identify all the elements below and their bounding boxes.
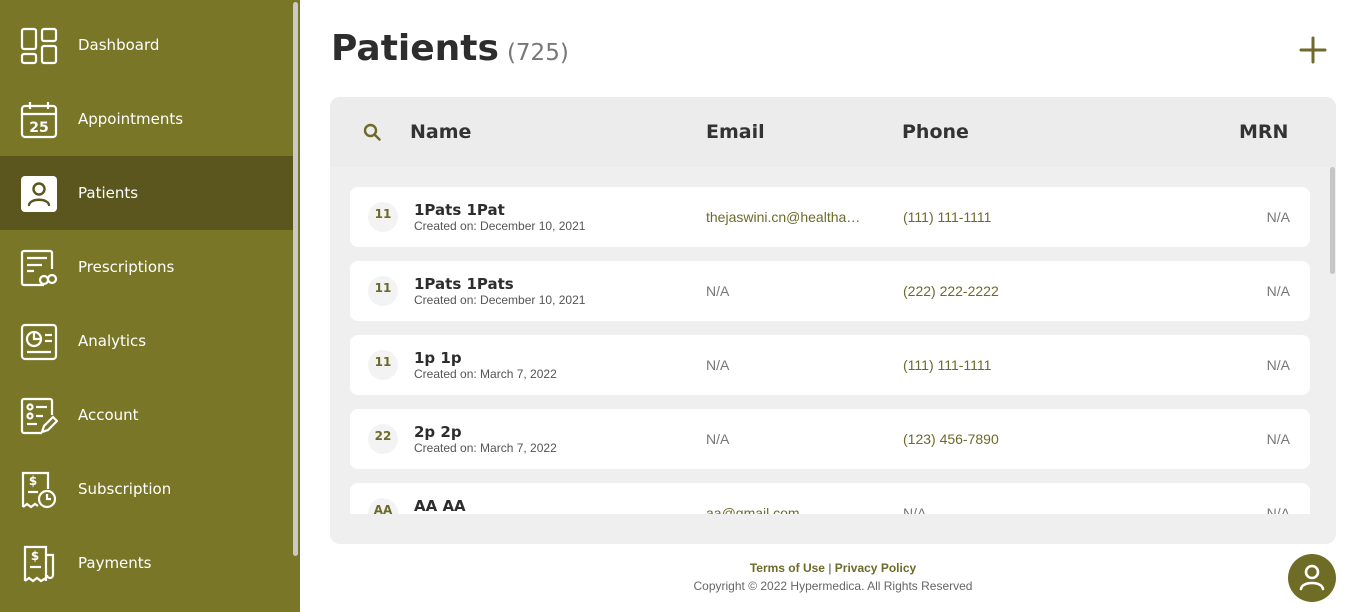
patient-phone: N/A: [903, 505, 927, 514]
column-header-mrn[interactable]: MRN: [1239, 121, 1288, 143]
account-icon: [20, 397, 58, 435]
profile-button[interactable]: [1288, 554, 1336, 602]
patient-email: thejaswini.cn@healthassure.in: [706, 209, 866, 225]
sidebar-item-subscription[interactable]: $ Subscription: [0, 452, 293, 526]
sidebar-item-label: Patients: [78, 184, 139, 202]
patient-phone: (222) 222-2222: [903, 283, 999, 299]
svg-text:$: $: [31, 549, 39, 563]
dashboard-icon: [20, 27, 58, 65]
sidebar-item-payments[interactable]: $ Payments: [0, 526, 293, 600]
sidebar-item-label: Appointments: [78, 110, 184, 128]
footer-links: Terms of Use | Privacy Policy: [330, 561, 1336, 575]
table-row[interactable]: 11 1Pats 1Pats Created on: December 10, …: [350, 261, 1310, 321]
patient-mrn: N/A: [1266, 283, 1290, 299]
patient-email: N/A: [706, 283, 730, 299]
patient-email: N/A: [706, 431, 730, 447]
sidebar: Dashboard 25 Appointments Patients Presc…: [0, 0, 300, 612]
patient-mrn: N/A: [1266, 431, 1290, 447]
avatar: 22: [368, 424, 398, 454]
patient-mrn: N/A: [1266, 209, 1290, 225]
column-header-name[interactable]: Name: [410, 121, 471, 143]
sidebar-item-label: Payments: [78, 554, 152, 572]
analytics-icon: [20, 323, 58, 361]
sidebar-item-patients[interactable]: Patients: [0, 156, 293, 230]
patient-name: 1p 1p: [414, 349, 462, 367]
patient-email: aa@gmail.com: [706, 505, 800, 514]
table-row[interactable]: 11 1Pats 1Pat Created on: December 10, 2…: [350, 187, 1310, 247]
patient-icon: [20, 175, 58, 213]
patient-mrn: N/A: [1266, 505, 1290, 514]
column-header-phone[interactable]: Phone: [902, 121, 969, 143]
subscription-icon: $: [20, 471, 58, 509]
patient-name: 1Pats 1Pats: [414, 275, 514, 293]
patient-created-date: Created on: March 7, 2022: [414, 367, 557, 381]
avatar: 11: [368, 276, 398, 306]
avatar: AA: [368, 498, 398, 514]
user-icon: [1299, 564, 1325, 591]
calendar-icon: 25: [20, 101, 58, 139]
avatar: 11: [368, 350, 398, 380]
table-row[interactable]: 11 1p 1p Created on: March 7, 2022 N/A (…: [350, 335, 1310, 395]
patient-phone: (111) 111-1111: [903, 209, 992, 225]
patient-name: 1Pats 1Pat: [414, 201, 505, 219]
add-patient-button[interactable]: [1298, 35, 1328, 65]
sidebar-item-appointments[interactable]: 25 Appointments: [0, 82, 293, 156]
sidebar-item-label: Dashboard: [78, 36, 160, 54]
sidebar-item-label: Subscription: [78, 480, 172, 498]
patient-name: 2p 2p: [414, 423, 462, 441]
footer-separator: |: [828, 561, 832, 575]
sidebar-item-analytics[interactable]: Analytics: [0, 304, 293, 378]
patient-created-date: Created on: December 10, 2021: [414, 293, 586, 307]
sidebar-item-label: Account: [78, 406, 139, 424]
patient-mrn: N/A: [1266, 357, 1290, 373]
sidebar-item-prescriptions[interactable]: Prescriptions: [0, 230, 293, 304]
patients-table: Name Email Phone MRN 11 1Pats 1Pat Creat…: [330, 97, 1336, 544]
patient-name: AA AA: [414, 497, 466, 514]
page-title-text: Patients: [331, 28, 499, 69]
avatar: 11: [368, 202, 398, 232]
patient-count: (725): [506, 40, 569, 66]
table-header: Name Email Phone MRN: [330, 97, 1336, 167]
plus-icon: [1299, 36, 1327, 64]
svg-text:25: 25: [29, 120, 48, 136]
sidebar-item-account[interactable]: Account: [0, 378, 293, 452]
sidebar-scrollbar[interactable]: [293, 2, 298, 556]
table-row[interactable]: 22 2p 2p Created on: March 7, 2022 N/A (…: [350, 409, 1310, 469]
terms-of-use-link[interactable]: Terms of Use: [750, 561, 825, 575]
copyright-text: Copyright © 2022 Hypermedica. All Rights…: [693, 579, 973, 593]
column-header-email[interactable]: Email: [706, 121, 765, 143]
sidebar-item-label: Prescriptions: [78, 258, 175, 276]
svg-text:$: $: [29, 474, 37, 488]
table-body[interactable]: 11 1Pats 1Pat Created on: December 10, 2…: [330, 167, 1330, 514]
sidebar-item-dashboard[interactable]: Dashboard: [0, 8, 293, 82]
patient-email: N/A: [706, 357, 730, 373]
patient-phone: (111) 111-1111: [903, 357, 992, 373]
table-scrollbar[interactable]: [1330, 167, 1335, 274]
patient-phone: (123) 456-7890: [903, 431, 999, 447]
patient-created-date: Created on: December 10, 2021: [414, 219, 586, 233]
search-icon[interactable]: [363, 123, 381, 141]
patient-created-date: Created on: March 7, 2022: [414, 441, 557, 455]
table-row[interactable]: AA AA AA aa@gmail.com N/A N/A: [350, 483, 1310, 514]
privacy-policy-link[interactable]: Privacy Policy: [835, 561, 916, 575]
page-title: Patients (725): [331, 28, 569, 69]
sidebar-item-label: Analytics: [78, 332, 147, 350]
payments-icon: $: [20, 545, 58, 583]
prescription-icon: [20, 249, 58, 287]
